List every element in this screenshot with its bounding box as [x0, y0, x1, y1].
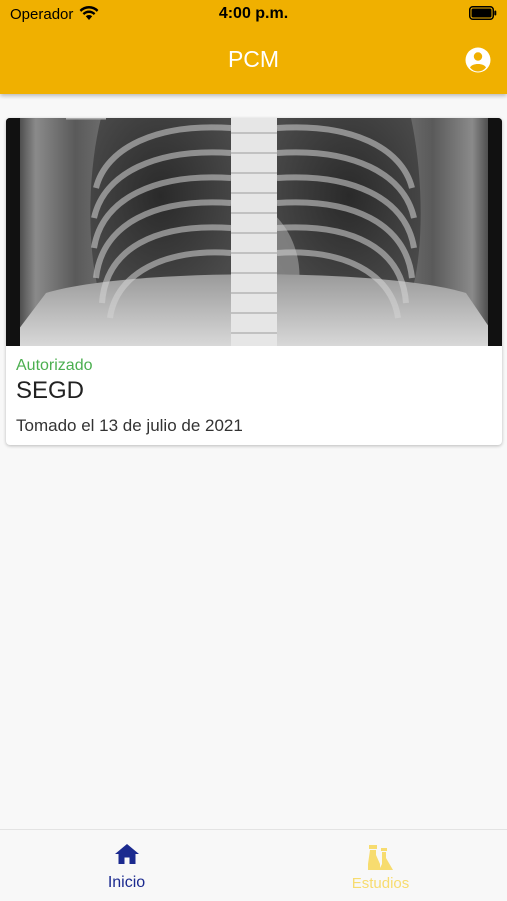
lab-flask-icon [367, 845, 393, 870]
battery-icon [469, 6, 497, 20]
study-card[interactable]: Autorizado SEGD Tomado el 13 de julio de… [6, 118, 502, 445]
account-circle-icon[interactable] [464, 46, 492, 74]
nav-label-inicio: Inicio [107, 874, 146, 891]
study-date: Tomado el 13 de julio de 2021 [16, 416, 243, 435]
app-title: PCM [227, 46, 280, 72]
study-status: Autorizado [16, 357, 93, 374]
nav-item-inicio[interactable]: Inicio [0, 830, 253, 901]
study-name: SEGD [16, 377, 85, 404]
nav-item-estudios[interactable]: Estudios [254, 830, 507, 901]
chest-xray-image [6, 118, 502, 346]
app-header: Operador 4:00 p.m. PCM [0, 0, 507, 94]
bottom-navigation: Inicio Estudios [0, 829, 507, 901]
home-icon [114, 844, 139, 864]
status-bar: Operador 4:00 p.m. [0, 0, 507, 28]
nav-label-estudios: Estudios [351, 875, 410, 892]
status-time: 4:00 p.m. [218, 5, 289, 22]
